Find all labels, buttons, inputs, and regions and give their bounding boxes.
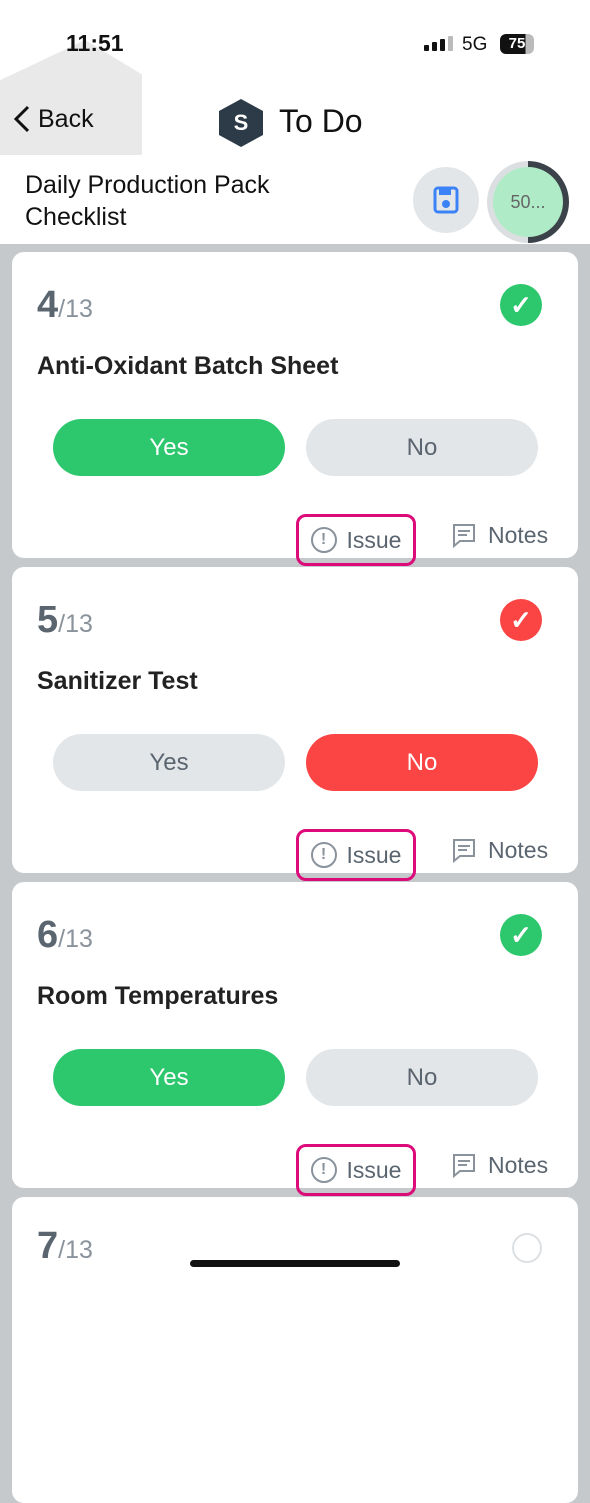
- item-question: Sanitizer Test: [37, 667, 198, 695]
- issue-button[interactable]: ! Issue: [296, 1144, 416, 1196]
- yes-button[interactable]: Yes: [53, 419, 285, 476]
- alert-icon: !: [310, 527, 337, 553]
- comment-icon: [453, 838, 475, 863]
- signal-icon: [424, 36, 453, 51]
- checklist-item: 4/13 ✓ Anti-Oxidant Batch Sheet Yes No !…: [12, 252, 578, 566]
- issue-label: Issue: [346, 841, 402, 868]
- empty-circle-icon[interactable]: [512, 1233, 542, 1263]
- issue-button[interactable]: ! Issue: [296, 514, 416, 566]
- chevron-left-icon: [13, 105, 30, 133]
- save-button[interactable]: [413, 167, 479, 233]
- check-icon: ✓: [500, 284, 542, 326]
- yes-button[interactable]: Yes: [53, 734, 285, 791]
- page-title: To Do: [279, 103, 363, 139]
- save-icon: [433, 186, 459, 214]
- notes-label: Notes: [488, 837, 549, 863]
- no-button[interactable]: No: [306, 419, 538, 476]
- comment-icon: [453, 1153, 475, 1178]
- app-logo: S: [219, 99, 263, 147]
- item-question: Room Temperatures: [37, 982, 279, 1010]
- yes-button[interactable]: Yes: [53, 1049, 285, 1106]
- notes-button[interactable]: Notes: [452, 837, 548, 864]
- notes-button[interactable]: Notes: [452, 1152, 548, 1179]
- status-time: 11:51: [66, 30, 124, 56]
- header: 11:51 5G 75 Back S To Do Daily Productio…: [0, 0, 590, 244]
- battery-icon: 75: [500, 34, 534, 54]
- notes-label: Notes: [488, 522, 549, 548]
- check-icon: ✓: [500, 914, 542, 956]
- item-number: 7/13: [37, 1225, 93, 1267]
- issue-label: Issue: [346, 1156, 402, 1183]
- back-label: Back: [38, 104, 94, 133]
- alert-icon: !: [310, 1157, 337, 1183]
- comment-icon: [453, 523, 475, 548]
- checklist-item: 7/13: [12, 1197, 578, 1503]
- checklist-title: Daily Production Pack Checklist: [25, 171, 270, 231]
- checklist-item: 6/13 ✓ Room Temperatures Yes No ! Issue N…: [12, 882, 578, 1196]
- network-type: 5G: [462, 34, 488, 55]
- watermark-logo: [0, 40, 142, 155]
- item-number: 6/13: [37, 914, 93, 956]
- notes-button[interactable]: Notes: [452, 522, 548, 549]
- home-indicator[interactable]: [190, 1260, 400, 1267]
- item-number: 5/13: [37, 599, 93, 641]
- progress-ring: 50...: [487, 161, 569, 243]
- check-icon: ✓: [500, 599, 542, 641]
- checklist-item: 5/13 ✓ Sanitizer Test Yes No ! Issue Note…: [12, 567, 578, 881]
- issue-label: Issue: [346, 526, 402, 553]
- item-question: Anti-Oxidant Batch Sheet: [37, 352, 339, 380]
- no-button[interactable]: No: [306, 1049, 538, 1106]
- alert-icon: !: [310, 842, 337, 868]
- notes-label: Notes: [488, 1152, 549, 1178]
- progress-label: 50...: [493, 167, 563, 237]
- item-number: 4/13: [37, 284, 93, 326]
- issue-button[interactable]: ! Issue: [296, 829, 416, 881]
- no-button[interactable]: No: [306, 734, 538, 791]
- back-button[interactable]: Back: [12, 104, 94, 134]
